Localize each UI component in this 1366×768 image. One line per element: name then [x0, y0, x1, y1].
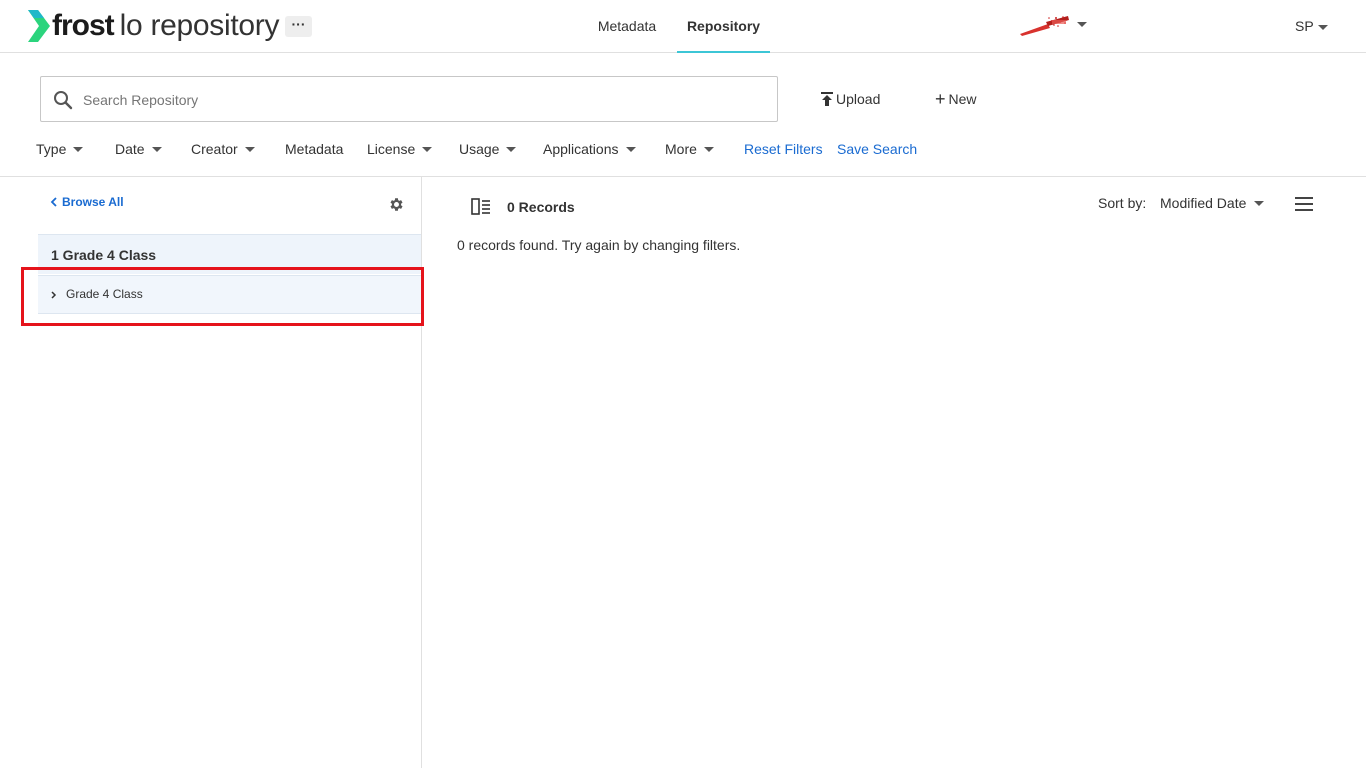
tree-header: 1 Grade 4 Class: [38, 234, 421, 274]
filter-license[interactable]: License: [367, 138, 433, 160]
org-menu-chevron-down-icon[interactable]: [1077, 22, 1087, 27]
chevron-down-icon: [625, 146, 636, 152]
logo-word-light: lo repository: [119, 9, 280, 42]
filter-creator-label: Creator: [191, 141, 238, 157]
tree-item-grade-4-class[interactable]: Grade 4 Class: [38, 275, 421, 314]
list-view-icon[interactable]: [1294, 196, 1314, 212]
more-options-button[interactable]: ···: [285, 16, 312, 37]
tree-item-label: Grade 4 Class: [66, 287, 143, 301]
sort-select[interactable]: Modified Date: [1160, 195, 1265, 211]
user-menu[interactable]: SP: [1295, 0, 1314, 53]
browse-all-label: Browse All: [62, 195, 124, 209]
filter-license-label: License: [367, 141, 416, 157]
filter-applications-label: Applications: [543, 141, 619, 157]
filter-date[interactable]: Date: [115, 138, 162, 160]
logo-chevron-icon: [28, 10, 50, 42]
filter-usage[interactable]: Usage: [459, 138, 517, 160]
browse-all-link[interactable]: Browse All: [50, 195, 124, 209]
organization-logo-icon[interactable]: [1018, 12, 1070, 38]
logo-word-bold: frost: [52, 9, 115, 42]
chevron-down-icon: [244, 146, 255, 152]
filter-date-label: Date: [115, 141, 145, 157]
filter-metadata[interactable]: Metadata: [285, 138, 343, 160]
gear-icon[interactable]: [388, 196, 405, 213]
chevron-down-icon: [1254, 200, 1265, 206]
user-menu-chevron-down-icon[interactable]: [1318, 25, 1328, 30]
filter-metadata-label: Metadata: [285, 141, 344, 157]
empty-results-message: 0 records found. Try again by changing f…: [457, 237, 741, 253]
app-logo[interactable]: frost lo repository: [28, 8, 279, 44]
records-count: 0 Records: [507, 199, 575, 215]
upload-button[interactable]: Upload: [821, 86, 880, 112]
upload-label: Upload: [836, 91, 881, 107]
panel-toggle-icon[interactable]: [471, 198, 491, 215]
divider-horizontal: [0, 176, 1366, 177]
filter-usage-label: Usage: [459, 141, 500, 157]
divider-vertical: [421, 177, 422, 768]
chevron-down-icon: [703, 146, 714, 152]
filter-more-label: More: [665, 141, 697, 157]
filter-type-label: Type: [36, 141, 67, 157]
search-input[interactable]: [83, 87, 763, 113]
chevron-right-icon[interactable]: [50, 290, 57, 300]
search-box: [40, 76, 778, 122]
chevron-down-icon: [506, 146, 517, 152]
search-icon: [54, 91, 73, 110]
filter-type[interactable]: Type: [36, 138, 84, 160]
chevron-down-icon: [73, 146, 84, 152]
upload-icon: [821, 92, 833, 106]
new-button[interactable]: + New: [935, 86, 977, 112]
sort-label: Sort by:: [1098, 195, 1147, 211]
filter-creator[interactable]: Creator: [191, 138, 255, 160]
new-label: New: [948, 91, 977, 107]
tab-repository[interactable]: Repository: [677, 0, 770, 53]
filter-more[interactable]: More: [665, 138, 714, 160]
reset-filters-link[interactable]: Reset Filters: [744, 138, 823, 160]
chevron-left-icon: [50, 197, 57, 207]
save-search-link[interactable]: Save Search: [837, 138, 917, 160]
filter-applications[interactable]: Applications: [543, 138, 636, 160]
top-bar: frost lo repository ··· Metadata Reposit…: [0, 0, 1366, 53]
tab-metadata[interactable]: Metadata: [589, 0, 665, 53]
chevron-down-icon: [422, 146, 433, 152]
sort-value: Modified Date: [1160, 195, 1247, 211]
plus-icon: +: [935, 89, 946, 109]
chevron-down-icon: [151, 146, 162, 152]
